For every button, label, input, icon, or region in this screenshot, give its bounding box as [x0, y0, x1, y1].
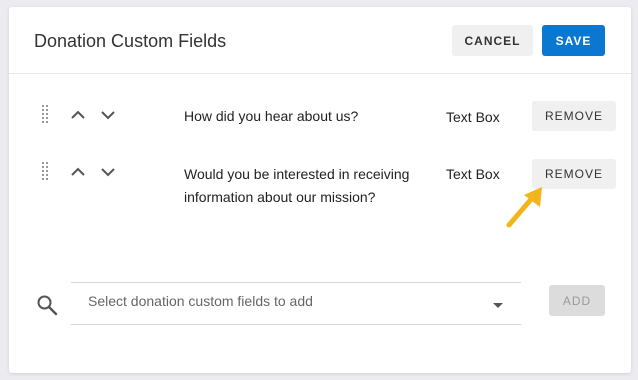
chevron-up-icon[interactable] — [70, 109, 86, 121]
chevron-down-icon[interactable] — [100, 166, 116, 178]
dropdown-caret-icon[interactable] — [493, 303, 503, 308]
card-header: Donation Custom Fields CANCEL SAVE — [9, 7, 631, 74]
field-label: Would you be interested in receiving inf… — [184, 166, 410, 205]
drag-handle-icon[interactable] — [42, 105, 50, 125]
field-type: Text Box — [446, 166, 500, 182]
drag-handle-icon[interactable] — [42, 162, 50, 182]
add-button[interactable]: ADD — [549, 285, 605, 316]
page-title: Donation Custom Fields — [34, 31, 227, 51]
field-label: How did you hear about us? — [184, 108, 359, 124]
remove-button[interactable]: REMOVE — [532, 101, 616, 131]
chevron-down-icon[interactable] — [100, 109, 116, 121]
select-placeholder: Select donation custom fields to add — [88, 293, 313, 309]
cancel-button[interactable]: CANCEL — [452, 25, 533, 56]
custom-fields-card: Donation Custom Fields CANCEL SAVE How d… — [9, 7, 631, 373]
save-button[interactable]: SAVE — [542, 25, 605, 56]
field-type: Text Box — [446, 109, 500, 125]
chevron-up-icon[interactable] — [70, 166, 86, 178]
search-icon — [37, 295, 58, 316]
custom-field-select[interactable]: Select donation custom fields to add — [71, 282, 521, 325]
pointer-arrow-icon — [506, 187, 542, 228]
